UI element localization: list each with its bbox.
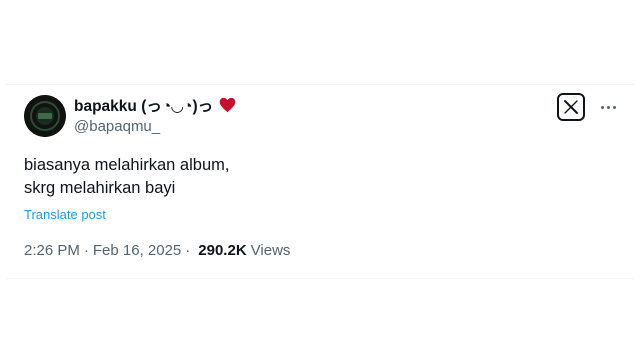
tweet-date[interactable]: Feb 16, 2025 [93, 242, 181, 259]
author-name-row: bapakku (っ◔◡◔)っ [74, 94, 236, 116]
translate-post-link[interactable]: Translate post [24, 207, 106, 222]
avatar-image [24, 95, 66, 137]
tweet-text-line: biasanya melahirkan album, [24, 156, 230, 174]
x-logo-icon[interactable] [557, 93, 585, 121]
display-name[interactable]: bapakku (っ◔◡◔)っ [74, 94, 213, 116]
meta-separator: · [185, 242, 191, 259]
more-options-icon[interactable] [598, 99, 618, 115]
heart-icon [219, 97, 236, 113]
author-handle[interactable]: @bapaqmu_ [74, 118, 160, 135]
views-count[interactable]: 290.2K [198, 242, 246, 259]
tweet-card: bapakku (っ◔◡◔)っ @bapaqmu_ biasanya melah… [6, 84, 634, 279]
tweet-meta: 2:26 PM · Feb 16, 2025 · 290.2K Views [24, 242, 290, 259]
tweet-time[interactable]: 2:26 PM [24, 242, 80, 259]
tweet-text-line: skrg melahirkan bayi [24, 179, 176, 197]
meta-separator: · [83, 242, 89, 259]
tweet-text: biasanya melahirkan album, skrg melahirk… [24, 154, 584, 200]
views-label: Views [250, 242, 291, 259]
avatar[interactable] [24, 95, 66, 137]
